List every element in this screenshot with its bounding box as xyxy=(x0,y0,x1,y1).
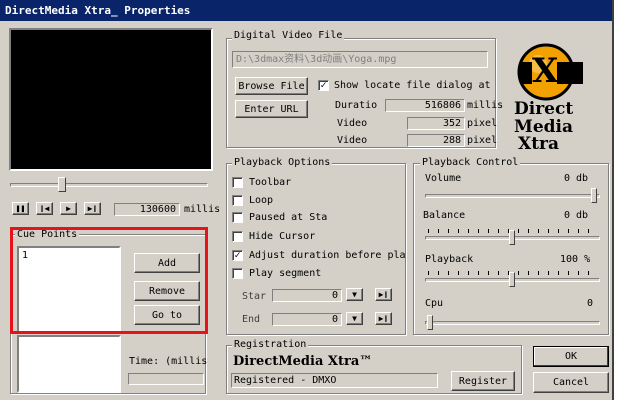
duration-value: 516806 xyxy=(385,99,465,112)
segment-end-dropdown-button[interactable]: ▼ xyxy=(346,312,363,325)
video-file-label: Digital Video File xyxy=(232,30,345,42)
adjust-duration-label: Adjust duration before pla xyxy=(249,250,406,261)
position-unit: millis xyxy=(184,204,221,215)
register-button[interactable]: Register xyxy=(451,371,515,391)
video-height-label: Video xyxy=(337,135,368,146)
highlight-box xyxy=(10,227,208,334)
segment-end-field[interactable]: 0 xyxy=(272,313,342,326)
balance-label: Balance xyxy=(423,210,466,221)
playback-rate-slider-thumb[interactable] xyxy=(509,272,515,287)
segment-start-field[interactable]: 0 xyxy=(272,289,342,302)
balance-value: 0 db xyxy=(564,210,589,221)
duration-unit: millis xyxy=(467,100,504,111)
cancel-button[interactable]: Cancel xyxy=(533,372,609,393)
logo-letter: X xyxy=(532,51,559,91)
loop-label: Loop xyxy=(249,195,274,206)
enter-url-button[interactable]: Enter URL xyxy=(235,100,308,118)
step-back-button[interactable]: ❙◀ xyxy=(36,202,53,215)
step-forward-icon: ▶❙ xyxy=(87,204,98,213)
cpu-value: 0 xyxy=(587,298,594,309)
duration-label: Duratio xyxy=(335,100,378,111)
hide-cursor-checkbox[interactable] xyxy=(232,231,243,242)
video-width-value: 352 xyxy=(407,117,465,130)
volume-label: Volume xyxy=(425,173,462,184)
segment-start-dropdown-button[interactable]: ▼ xyxy=(346,288,363,301)
segment-end-label: End xyxy=(242,314,261,325)
registration-label: Registration xyxy=(232,339,309,351)
playback-rate-label: Playback xyxy=(425,254,474,265)
logo-line1: Direct xyxy=(514,99,574,119)
step-forward-icon: ▶❙ xyxy=(378,314,389,323)
play-segment-label: Play segment xyxy=(249,268,322,279)
product-name: DirectMedia Xtra™ xyxy=(233,354,373,369)
play-button[interactable]: ▶ xyxy=(60,202,77,215)
video-height-value: 288 xyxy=(407,134,465,147)
cue-points-list-lower[interactable] xyxy=(17,335,121,393)
paused-at-start-checkbox[interactable] xyxy=(232,212,243,223)
playback-rate-value: 100 % xyxy=(560,254,591,265)
paused-at-start-label: Paused at Sta xyxy=(249,212,328,223)
pause-icon: ❚❚ xyxy=(15,204,26,213)
step-forward-button[interactable]: ▶❙ xyxy=(84,202,101,215)
cpu-track[interactable] xyxy=(425,321,600,325)
chevron-down-icon: ▼ xyxy=(352,314,357,323)
ok-button[interactable]: OK xyxy=(533,346,609,367)
registration-status-field: Registered - DMXO xyxy=(231,373,438,388)
volume-slider-thumb[interactable] xyxy=(591,188,597,203)
toolbar-label: Toolbar xyxy=(249,177,292,188)
video-width-label: Video xyxy=(337,118,368,129)
pause-button[interactable]: ❚❚ xyxy=(12,202,29,215)
position-track[interactable] xyxy=(10,183,208,187)
play-segment-checkbox[interactable] xyxy=(232,268,243,279)
position-slider-thumb[interactable] xyxy=(58,177,66,192)
video-height-unit: pixel xyxy=(467,135,498,146)
segment-start-set-button[interactable]: ▶❙ xyxy=(375,288,392,301)
cue-time-label: Time: (millis xyxy=(129,356,208,367)
balance-slider-thumb[interactable] xyxy=(509,230,515,245)
chevron-down-icon: ▼ xyxy=(352,290,357,299)
cue-time-field[interactable] xyxy=(128,373,204,385)
logo-line3: Xtra xyxy=(518,134,560,154)
hide-cursor-label: Hide Cursor xyxy=(249,231,316,242)
video-preview xyxy=(9,28,213,171)
file-path-field[interactable]: D:\3dmax资料\3d动画\Yoga.mpg xyxy=(232,51,488,68)
title-bar: DirectMedia Xtra_ Properties xyxy=(0,0,612,21)
loop-checkbox[interactable] xyxy=(232,195,243,206)
check-icon: ✓ xyxy=(234,250,241,261)
step-back-icon: ❙◀ xyxy=(39,204,50,213)
show-locate-label: Show locate file dialog at xyxy=(334,80,491,91)
show-locate-checkbox[interactable]: ✓ xyxy=(318,80,329,91)
volume-value: 0 db xyxy=(564,173,589,184)
step-forward-icon: ▶❙ xyxy=(378,290,389,299)
playback-control-label: Playback Control xyxy=(420,157,521,169)
toolbar-checkbox[interactable] xyxy=(232,177,243,188)
check-icon: ✓ xyxy=(320,80,327,91)
window-title: DirectMedia Xtra_ Properties xyxy=(5,4,191,17)
position-value: 130600 xyxy=(114,203,180,216)
cpu-slider-thumb[interactable] xyxy=(427,315,433,330)
playback-options-label: Playback Options xyxy=(232,157,333,169)
browse-file-button[interactable]: Browse File xyxy=(235,77,308,95)
volume-track[interactable] xyxy=(425,194,600,198)
segment-start-label: Star xyxy=(242,291,267,302)
adjust-duration-checkbox[interactable]: ✓ xyxy=(232,250,243,261)
cpu-label: Cpu xyxy=(425,298,444,309)
properties-dialog: DirectMedia Xtra_ Properties ❚❚ ❙◀ ▶ ▶❙ … xyxy=(0,0,614,400)
video-width-unit: pixel xyxy=(467,118,498,129)
segment-end-set-button[interactable]: ▶❙ xyxy=(375,312,392,325)
directmedia-logo: X Direct Media Xtra xyxy=(508,36,604,156)
play-icon: ▶ xyxy=(66,204,71,213)
